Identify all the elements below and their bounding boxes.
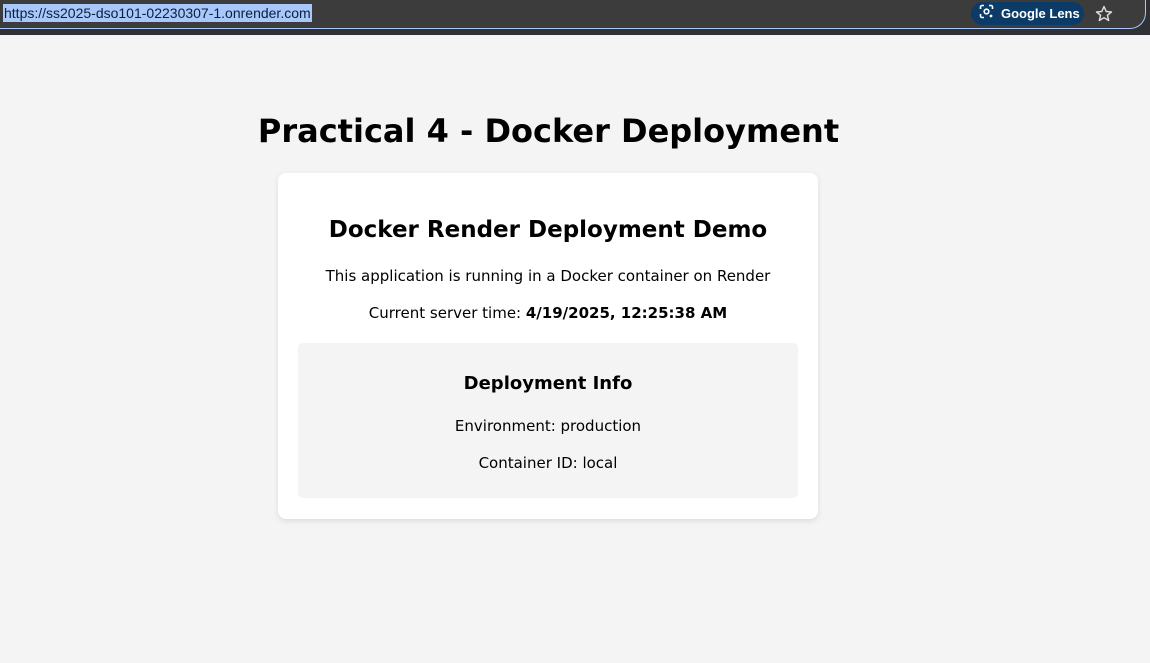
server-time-label: Current server time: <box>368 304 526 322</box>
google-lens-button[interactable]: Google Lens <box>971 2 1084 25</box>
deployment-card: Docker Render Deployment Demo This appli… <box>278 173 818 519</box>
bookmark-star-icon[interactable] <box>1094 4 1114 24</box>
browser-toolbar: https://ss2025-dso101-02230307-1.onrende… <box>0 0 1150 35</box>
server-time: Current server time: 4/19/2025, 12:25:38… <box>278 302 818 324</box>
card-description: This application is running in a Docker … <box>325 267 771 285</box>
server-time-value: 4/19/2025, 12:25:38 AM <box>525 304 728 322</box>
lens-label: Google Lens <box>1001 6 1080 21</box>
card-title: Docker Render Deployment Demo <box>328 217 768 243</box>
deployment-info-box: Deployment Info Environment: production … <box>298 343 798 498</box>
deployment-info-title: Deployment Info <box>463 373 633 394</box>
container-id-text: Container ID: local <box>478 454 618 472</box>
lens-icon <box>979 4 994 23</box>
url-text[interactable]: https://ss2025-dso101-02230307-1.onrende… <box>3 4 312 22</box>
page-title: Practical 4 - Docker Deployment <box>257 112 840 150</box>
environment-text: Environment: production <box>454 417 642 435</box>
address-bar[interactable]: https://ss2025-dso101-02230307-1.onrende… <box>0 0 1146 29</box>
